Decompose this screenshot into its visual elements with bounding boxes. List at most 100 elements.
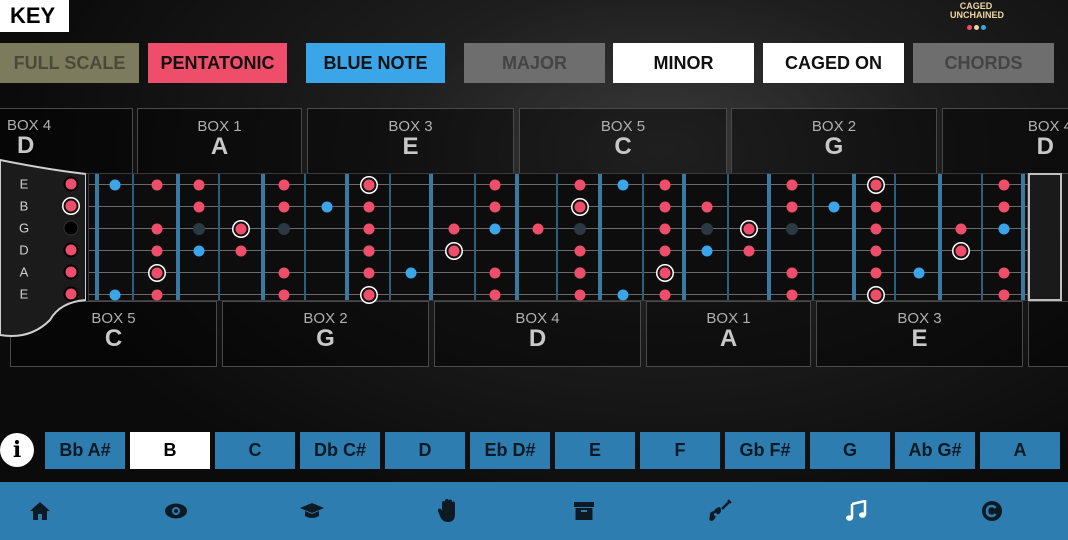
music-note-icon[interactable]	[826, 482, 886, 540]
scale-note-dot[interactable]	[574, 245, 586, 257]
caged-box-top[interactable]: BOX 5C	[519, 108, 727, 174]
archive-box-icon[interactable]	[554, 482, 614, 540]
scale-note-dot[interactable]	[151, 289, 163, 301]
key-button-0[interactable]: Bb A#	[45, 432, 125, 469]
scale-note-dot[interactable]	[489, 201, 501, 213]
caged-on-button[interactable]: CAGED ON	[763, 43, 904, 83]
scale-note-dot[interactable]	[659, 201, 671, 213]
scale-note-dot[interactable]	[489, 289, 501, 301]
hand-icon[interactable]	[418, 482, 478, 540]
scale-note-dot[interactable]	[786, 289, 798, 301]
info-button[interactable]: i	[0, 433, 34, 467]
caged-box-top[interactable]: BOX 4D	[942, 108, 1068, 174]
scale-note-dot[interactable]	[278, 201, 290, 213]
scale-note-dot[interactable]	[151, 223, 163, 235]
pentatonic-button[interactable]: PENTATONIC	[148, 43, 287, 83]
major-button[interactable]: MAJOR	[464, 43, 605, 83]
root-note-dot[interactable]	[151, 267, 163, 279]
position-marker-dot[interactable]	[574, 223, 586, 235]
key-button-11[interactable]: A	[980, 432, 1060, 469]
full-scale-button[interactable]: FULL SCALE	[0, 43, 139, 83]
root-note-dot[interactable]	[448, 245, 460, 257]
blue-note-dot[interactable]	[617, 179, 629, 191]
scale-note-dot[interactable]	[870, 245, 882, 257]
blue-note-button[interactable]: BLUE NOTE	[306, 43, 445, 83]
scale-note-dot[interactable]	[998, 201, 1010, 213]
scale-note-dot[interactable]	[659, 223, 671, 235]
scale-note-dot[interactable]	[659, 289, 671, 301]
open-string-note-dot[interactable]	[65, 178, 77, 190]
scale-note-dot[interactable]	[574, 289, 586, 301]
chords-button[interactable]: CHORDS	[913, 43, 1054, 83]
scale-note-dot[interactable]	[151, 245, 163, 257]
scale-note-dot[interactable]	[448, 223, 460, 235]
open-string-note-dot[interactable]	[65, 288, 77, 300]
scale-note-dot[interactable]	[363, 201, 375, 213]
blue-note-dot[interactable]	[913, 267, 925, 279]
blue-note-dot[interactable]	[998, 223, 1010, 235]
position-marker-dot[interactable]	[701, 223, 713, 235]
scale-note-dot[interactable]	[998, 267, 1010, 279]
scale-note-dot[interactable]	[574, 267, 586, 279]
scale-note-dot[interactable]	[278, 289, 290, 301]
blue-note-dot[interactable]	[617, 289, 629, 301]
open-string-note-dot[interactable]	[65, 266, 77, 278]
home-icon[interactable]	[10, 482, 70, 540]
scale-note-dot[interactable]	[278, 267, 290, 279]
blue-note-dot[interactable]	[193, 245, 205, 257]
blue-note-dot[interactable]	[109, 179, 121, 191]
scale-note-dot[interactable]	[659, 245, 671, 257]
scale-note-dot[interactable]	[193, 201, 205, 213]
open-string-note-dot[interactable]	[64, 221, 78, 235]
blue-note-dot[interactable]	[489, 223, 501, 235]
scale-note-dot[interactable]	[870, 201, 882, 213]
caged-box-bottom[interactable]: BOX 4D	[434, 301, 641, 367]
scale-note-dot[interactable]	[532, 223, 544, 235]
guitar-icon[interactable]	[690, 482, 750, 540]
scale-note-dot[interactable]	[363, 267, 375, 279]
open-string-note-dot[interactable]	[65, 244, 77, 256]
key-button-6[interactable]: E	[555, 432, 635, 469]
scale-note-dot[interactable]	[193, 179, 205, 191]
blue-note-dot[interactable]	[321, 201, 333, 213]
scale-note-dot[interactable]	[998, 289, 1010, 301]
caged-box-bottom[interactable]: BOX 3E	[816, 301, 1023, 367]
root-note-dot[interactable]	[659, 267, 671, 279]
minor-button[interactable]: MINOR	[613, 43, 754, 83]
key-button-3[interactable]: Db C#	[300, 432, 380, 469]
scale-note-dot[interactable]	[489, 267, 501, 279]
position-marker-dot[interactable]	[786, 223, 798, 235]
scale-note-dot[interactable]	[659, 179, 671, 191]
blue-note-dot[interactable]	[405, 267, 417, 279]
scale-note-dot[interactable]	[870, 223, 882, 235]
scale-note-dot[interactable]	[151, 179, 163, 191]
position-marker-dot[interactable]	[278, 223, 290, 235]
blue-note-dot[interactable]	[109, 289, 121, 301]
caged-box-bottom[interactable]: BOX 2G	[222, 301, 429, 367]
graduation-cap-icon[interactable]	[282, 482, 342, 540]
key-button-2[interactable]: C	[215, 432, 295, 469]
caged-box-bottom[interactable]: BOX 1A	[646, 301, 811, 367]
blue-note-dot[interactable]	[828, 201, 840, 213]
key-button-1[interactable]: B	[130, 432, 210, 469]
eye-icon[interactable]	[146, 482, 206, 540]
key-button-10[interactable]: Ab G#	[895, 432, 975, 469]
copyright-c-icon[interactable]	[962, 482, 1022, 540]
scale-note-dot[interactable]	[998, 179, 1010, 191]
scale-note-dot[interactable]	[870, 267, 882, 279]
key-button-7[interactable]: F	[640, 432, 720, 469]
fretboard[interactable]	[88, 173, 1029, 301]
caged-box-top[interactable]: BOX 1A	[137, 108, 302, 174]
root-note-dot[interactable]	[363, 289, 375, 301]
scale-note-dot[interactable]	[574, 179, 586, 191]
root-note-dot[interactable]	[235, 223, 247, 235]
blue-note-dot[interactable]	[701, 245, 713, 257]
scale-note-dot[interactable]	[786, 201, 798, 213]
scale-note-dot[interactable]	[363, 223, 375, 235]
key-button-5[interactable]: Eb D#	[470, 432, 550, 469]
key-button-9[interactable]: G	[810, 432, 890, 469]
scale-note-dot[interactable]	[701, 201, 713, 213]
open-string-note-dot[interactable]	[65, 200, 77, 212]
root-note-dot[interactable]	[955, 245, 967, 257]
scale-note-dot[interactable]	[786, 267, 798, 279]
